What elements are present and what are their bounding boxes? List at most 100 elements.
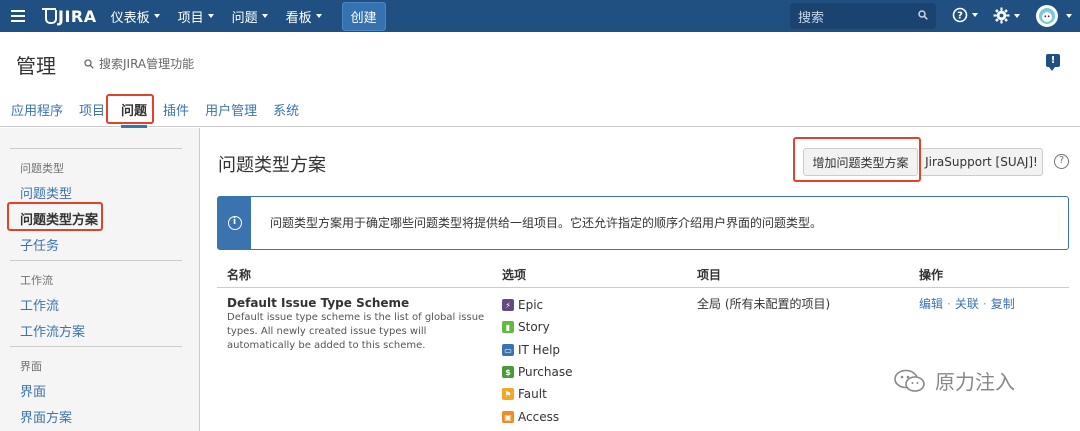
info-message: i 问题类型方案用于确定哪些问题类型将提供给一组项目。它还允许指定的顺序介绍用户… [217,196,1069,250]
sidebar-divider [10,148,182,149]
column-header-actions: 操作 [919,268,944,282]
highlight-box-issues-tab [106,94,154,124]
issue-type-fault: ⚑ Fault [502,387,547,401]
info-icon-bar: i [218,197,251,249]
access-icon: ▣ [502,411,514,423]
chevron-down-icon [261,14,268,18]
column-header-name: 名称 [227,268,252,282]
tab-applications[interactable]: 应用程序 [11,100,63,119]
user-avatar[interactable] [1036,5,1058,27]
issue-type-access: ▣ Access [502,410,559,424]
separator: · [982,297,987,311]
admin-header: 管理 搜索JIRA管理功能 ! [0,32,1080,92]
separator: · [947,297,951,311]
sidebar-item-screens[interactable]: 界面 [20,381,46,400]
it-help-icon: ▭ [502,344,514,356]
jira-support-button[interactable]: JiraSupport [SUAJ]! [920,148,1043,176]
sidebar-item-workflow-schemes[interactable]: 工作流方案 [20,321,85,340]
nav-projects[interactable]: 项目 [178,7,214,26]
global-search-input[interactable]: 搜索 [790,3,936,29]
hamburger-menu-icon[interactable] [0,0,36,32]
issue-type-label: IT Help [518,343,561,357]
chevron-down-icon[interactable] [1066,14,1072,18]
column-header-options: 选项 [502,268,527,282]
tab-addons[interactable]: 插件 [163,100,189,119]
jira-logo[interactable]: JIRA [42,7,97,26]
wechat-icon [894,369,925,392]
sidebar-item-sub-tasks[interactable]: 子任务 [20,235,59,254]
tab-user-management[interactable]: 用户管理 [205,100,257,119]
sidebar-heading-screens: 界面 [20,360,42,373]
chevron-down-icon [972,13,978,17]
content-title: 问题类型方案 [218,155,326,176]
nav-issues[interactable]: 问题 [232,7,268,26]
column-header-projects: 项目 [697,268,722,282]
nav-boards-label: 看板 [285,10,312,26]
issue-type-story: ▮ Story [502,320,550,334]
admin-settings-menu[interactable] [993,7,1020,24]
epic-icon: ⚡ [502,299,514,311]
watermark: 原力注入 [893,366,1015,395]
highlight-box-sidebar [7,202,103,231]
sidebar-divider [10,346,182,347]
chevron-down-icon [153,14,160,18]
admin-tabs: 应用程序 项目 问题 插件 用户管理 系统 [0,92,1080,128]
copy-link[interactable]: 复制 [991,297,1015,311]
search-icon [918,10,928,20]
sidebar-divider [10,260,182,261]
help-icon[interactable]: ? [1054,154,1069,169]
story-icon: ▮ [502,321,514,333]
issue-type-purchase: $ Purchase [502,365,573,379]
help-icon: ? [952,7,968,23]
watermark-text: 原力注入 [935,370,1015,394]
svg-text:?: ? [957,11,963,22]
associate-link[interactable]: 关联 [955,297,979,311]
sidebar-heading-workflows: 工作流 [20,274,53,287]
admin-sidebar: 问题类型 问题类型 问题类型方案 子任务 工作流 工作流 工作流方案 界面 界面… [0,128,200,431]
issue-type-label: Fault [518,387,547,401]
search-icon [84,58,94,69]
scheme-description: Default issue type scheme is the list of… [227,312,485,351]
top-navigation-bar: JIRA 仪表板 项目 问题 看板 创建 搜索 ? [0,0,1080,32]
chevron-down-icon [315,14,322,18]
issue-type-label: Access [518,410,560,424]
edit-link[interactable]: 编辑 [919,297,943,311]
nav-dashboards[interactable]: 仪表板 [111,7,160,26]
chevron-down-icon [1014,13,1020,18]
scheme-name: Default Issue Type Scheme [227,296,410,310]
global-search-placeholder: 搜索 [798,10,825,26]
chevron-down-icon [207,14,214,18]
nav-boards[interactable]: 看板 [286,7,322,26]
sidebar-item-workflows[interactable]: 工作流 [20,295,59,314]
info-icon: i [227,216,242,230]
purchase-icon: $ [502,366,514,378]
jira-logo-icon [42,8,57,24]
fault-icon: ⚑ [502,388,514,400]
issue-type-label: Epic [518,298,544,312]
issue-type-it-help: ▭ IT Help [502,343,560,357]
sidebar-item-screen-schemes[interactable]: 界面方案 [20,407,72,426]
help-menu[interactable]: ? [952,7,978,23]
scheme-projects: 全局 (所有未配置的项目) [697,297,831,311]
jira-logo-text: JIRA [58,6,97,26]
tab-system[interactable]: 系统 [273,100,299,119]
avatar-icon [1039,8,1055,24]
table-header-row: 名称 选项 项目 操作 [217,260,1069,288]
scheme-actions: 编辑 · 关联 · 复制 [919,295,1015,312]
gear-icon [993,7,1010,24]
info-text: 问题类型方案用于确定哪些问题类型将提供给一组项目。它还允许指定的顺序介绍用户界面… [270,216,823,230]
tab-projects[interactable]: 项目 [79,100,105,119]
nav-dashboards-label: 仪表板 [110,10,150,26]
sidebar-item-issue-types[interactable]: 问题类型 [20,183,72,202]
main-menu: 仪表板 项目 问题 看板 创建 [111,0,386,32]
sidebar-heading-issue-types: 问题类型 [20,162,64,175]
admin-search-placeholder: 搜索JIRA管理功能 [99,57,195,71]
admin-search-input[interactable]: 搜索JIRA管理功能 [84,55,194,72]
issue-type-label: Purchase [518,365,573,379]
issue-type-label: Story [518,320,550,334]
issue-type-epic: ⚡ Epic [502,298,543,312]
create-button[interactable]: 创建 [341,1,386,31]
highlight-box-add-button [793,137,921,182]
nav-issues-label: 问题 [231,10,258,26]
feedback-icon[interactable]: ! [1046,54,1060,71]
